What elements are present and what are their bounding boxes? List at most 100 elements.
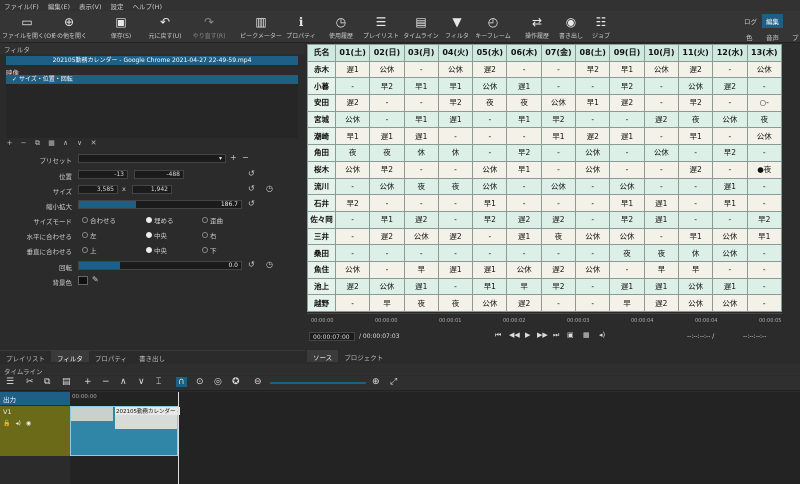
skip-start-icon[interactable]: ⏮: [495, 331, 501, 340]
timeline-zoom-slider[interactable]: [270, 382, 366, 384]
paste-icon[interactable]: ▤: [62, 377, 71, 387]
filter-item-size-position[interactable]: ✓ サイズ・位置・回転: [6, 75, 298, 84]
color-picker-icon[interactable]: ✎: [92, 275, 99, 284]
layout-edit-button[interactable]: 編集: [762, 14, 783, 28]
split-icon[interactable]: ⌶: [156, 377, 161, 387]
zoom-in-icon[interactable]: ⊕: [372, 377, 380, 387]
halign-center-radio[interactable]: 中央: [146, 230, 167, 240]
jobs-button[interactable]: ☷ ジョブ: [576, 13, 626, 40]
menu-file[interactable]: ファイル(F): [4, 1, 39, 11]
keyframe-rotation-icon[interactable]: ◷: [266, 260, 273, 269]
table-row: 越野 - 早夜夜公休 遅2- - 早遅2 公休 公休 -: [307, 294, 782, 312]
position-x-input[interactable]: -13: [78, 170, 128, 179]
shift-cell: 公休: [540, 94, 577, 112]
shift-cell: -: [609, 144, 645, 162]
deselect-icon[interactable]: ✕: [88, 139, 99, 148]
halign-right-radio[interactable]: 右: [202, 230, 217, 240]
size-mode-distort-radio[interactable]: 歪曲: [202, 215, 223, 225]
output-track-header[interactable]: 出力: [0, 392, 70, 405]
append-icon[interactable]: +: [84, 377, 92, 387]
halign-left-radio[interactable]: 左: [82, 230, 97, 240]
menu-settings[interactable]: 設定: [111, 1, 124, 11]
reset-zoom-icon[interactable]: ↺: [248, 199, 255, 208]
tab-playlist[interactable]: プレイリスト: [0, 351, 51, 363]
mute-icon[interactable]: ◂): [15, 420, 20, 427]
position-y-input[interactable]: -488: [134, 170, 184, 179]
filter-panel-title: フィルタ: [0, 43, 305, 54]
undo-button[interactable]: ↶ 元に戻す(U): [140, 13, 190, 40]
layout-color-button[interactable]: 色: [742, 30, 757, 44]
tab-project[interactable]: プロジェクト: [338, 350, 389, 362]
tab-export[interactable]: 書き出し: [133, 351, 171, 363]
menu-help[interactable]: ヘルプ(H): [133, 1, 162, 11]
layout-log-button[interactable]: ログ: [740, 14, 761, 28]
shift-cell: 公休: [334, 160, 371, 179]
remove-filter-icon[interactable]: −: [18, 139, 29, 148]
lift-icon[interactable]: ∧: [120, 377, 127, 387]
shift-cell: -: [540, 160, 577, 179]
timeline-clip[interactable]: 202105勤務カレンダー -: [70, 406, 181, 456]
paste-filter-icon[interactable]: ▦: [46, 139, 57, 148]
layout-more-button[interactable]: プ: [788, 30, 800, 44]
fast-forward-icon[interactable]: ▶▶: [537, 331, 548, 339]
remove-icon[interactable]: −: [102, 377, 110, 387]
timeline-tracks[interactable]: 00:00:00 202105勤務カレンダー -: [70, 392, 800, 484]
open-other-button[interactable]: ⊕ その他を開く: [44, 13, 94, 40]
preview-ruler[interactable]: 00:00:00 00:00:00 00:00:01 00:00:02 00:00:03…: [307, 313, 782, 329]
keyframes-button[interactable]: ◴ キーフレーム: [468, 13, 518, 40]
zoom-out-icon[interactable]: ⊖: [254, 377, 262, 387]
redo-button[interactable]: ↷ やり直す(R): [184, 13, 234, 40]
add-filter-icon[interactable]: +: [4, 139, 15, 148]
lock-icon[interactable]: 🔓: [3, 420, 10, 427]
grid-icon[interactable]: ▦: [583, 331, 590, 339]
reset-size-icon[interactable]: ↺: [248, 184, 255, 193]
valign-middle-radio[interactable]: 中央: [146, 245, 167, 255]
tab-source[interactable]: ソース: [307, 350, 339, 362]
add-preset-icon[interactable]: +: [230, 153, 237, 162]
volume-icon[interactable]: ◂): [599, 331, 605, 339]
preset-label: プリセット: [39, 157, 73, 165]
copy-filter-icon[interactable]: ⧉: [32, 139, 43, 148]
size-mode-fit-radio[interactable]: 合わせる: [82, 215, 116, 225]
move-up-icon[interactable]: ∧: [60, 139, 71, 148]
reset-position-icon[interactable]: ↺: [248, 169, 255, 178]
zoom-slider[interactable]: 186.7: [78, 200, 242, 209]
remove-preset-icon[interactable]: −: [242, 153, 249, 162]
ripple-all-icon[interactable]: ✪: [232, 377, 240, 387]
background-color-swatch[interactable]: [78, 276, 88, 285]
tab-properties[interactable]: プロパティ: [89, 351, 133, 363]
rewind-icon[interactable]: ◀◀: [509, 331, 520, 339]
size-mode-fill-radio[interactable]: 埋める: [146, 215, 174, 225]
valign-bottom-radio[interactable]: 下: [202, 245, 217, 255]
valign-top-radio[interactable]: 上: [82, 245, 97, 255]
layout-audio-button[interactable]: 音声: [762, 30, 783, 44]
reset-rotation-icon[interactable]: ↺: [248, 260, 255, 269]
preset-select[interactable]: ▾: [78, 154, 226, 163]
menu-view[interactable]: 表示(V): [79, 1, 102, 11]
zoom-fit-icon[interactable]: ⤢: [390, 377, 397, 387]
cut-icon[interactable]: ✂: [26, 377, 34, 387]
shift-cell: 遅2: [609, 94, 645, 112]
overwrite-icon[interactable]: ∨: [138, 377, 145, 387]
playhead[interactable]: [178, 392, 179, 484]
tab-filters[interactable]: フィルタ: [51, 351, 89, 363]
copy-icon[interactable]: ⧉: [44, 377, 50, 387]
current-timecode[interactable]: 00:00:07:00: [309, 332, 355, 341]
keyframe-size-icon[interactable]: ◷: [266, 184, 273, 193]
eye-icon[interactable]: ◉: [26, 420, 31, 427]
timeline-menu-icon[interactable]: ☰: [6, 377, 14, 387]
snap-icon[interactable]: ∩: [176, 377, 187, 387]
size-width-input[interactable]: 3,585: [78, 185, 118, 194]
menu-edit[interactable]: 編集(E): [48, 1, 70, 11]
scrub-icon[interactable]: ⊙: [196, 377, 204, 387]
move-down-icon[interactable]: ∨: [74, 139, 85, 148]
ripple-icon[interactable]: ◎: [214, 377, 222, 387]
zoom-icon[interactable]: ▣: [567, 331, 574, 339]
skip-end-icon[interactable]: ⏭: [553, 331, 559, 340]
size-height-input[interactable]: 1,942: [132, 185, 172, 194]
table-row: 赤木 遅1 公休 - 公休 遅2- - 早2 早1 公休 遅2- 公休: [307, 60, 782, 79]
v1-track-header[interactable]: V1 🔓 ◂) ◉: [0, 406, 70, 456]
save-button[interactable]: ▣ 保存(S): [96, 13, 146, 40]
play-icon[interactable]: ▶: [525, 331, 530, 339]
rotation-slider[interactable]: 0.0: [78, 261, 242, 270]
